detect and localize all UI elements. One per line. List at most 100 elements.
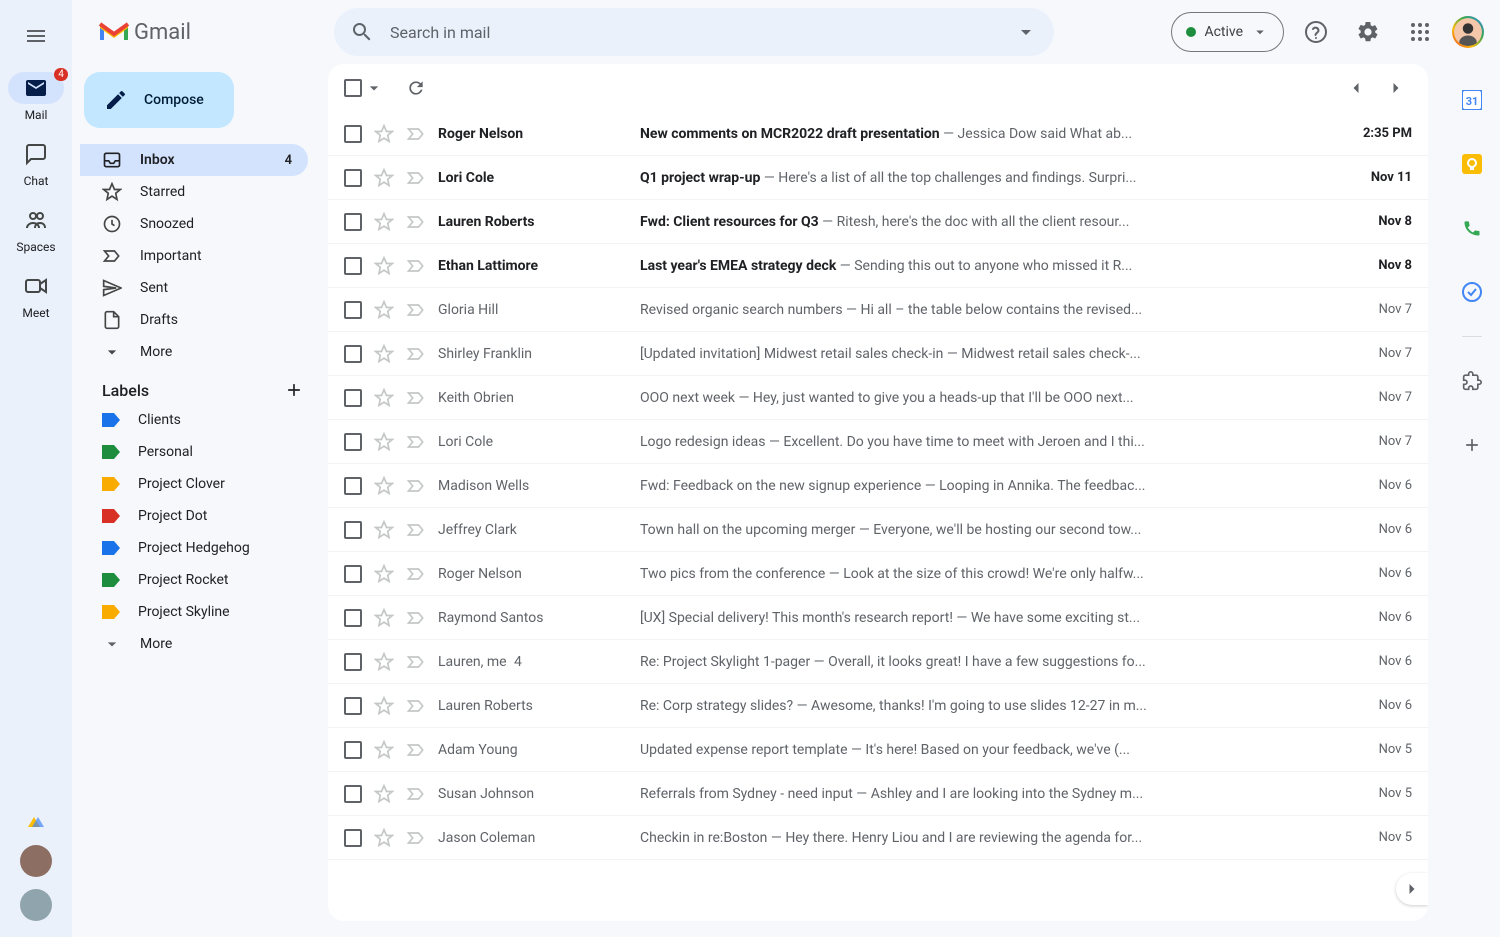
important-button[interactable]	[406, 608, 426, 628]
rail-item-mail[interactable]: 4Mail	[8, 72, 64, 122]
email-row[interactable]: Gloria Hill Revised organic search numbe…	[328, 288, 1428, 332]
email-list[interactable]: Roger Nelson New comments on MCR2022 dra…	[328, 112, 1428, 921]
email-checkbox[interactable]	[344, 345, 362, 363]
chevron-down-icon[interactable]	[364, 78, 384, 98]
add-label-icon[interactable]	[284, 380, 304, 400]
star-button[interactable]	[374, 828, 394, 848]
email-checkbox[interactable]	[344, 609, 362, 627]
email-checkbox[interactable]	[344, 697, 362, 715]
email-row[interactable]: Lori Cole Q1 project wrap-up — Here's a …	[328, 156, 1428, 200]
profile-avatar[interactable]	[1452, 16, 1484, 48]
tasks-app[interactable]	[1452, 272, 1492, 312]
email-checkbox[interactable]	[344, 433, 362, 451]
email-checkbox[interactable]	[344, 565, 362, 583]
label-item-clients[interactable]: Clients	[80, 404, 308, 436]
email-row[interactable]: Madison Wells Fwd: Feedback on the new s…	[328, 464, 1428, 508]
nav-item-inbox[interactable]: Inbox4	[80, 144, 308, 176]
email-row[interactable]: Lauren Roberts Re: Corp strategy slides?…	[328, 684, 1428, 728]
important-button[interactable]	[406, 696, 426, 716]
logo-area[interactable]: Gmail	[80, 20, 318, 45]
important-button[interactable]	[406, 388, 426, 408]
important-button[interactable]	[406, 212, 426, 232]
important-button[interactable]	[406, 520, 426, 540]
star-button[interactable]	[374, 168, 394, 188]
label-item-project-clover[interactable]: Project Clover	[80, 468, 308, 500]
star-button[interactable]	[374, 432, 394, 452]
nav-item-important[interactable]: Important	[80, 240, 308, 272]
star-button[interactable]	[374, 212, 394, 232]
email-checkbox[interactable]	[344, 125, 362, 143]
email-checkbox[interactable]	[344, 169, 362, 187]
star-button[interactable]	[374, 344, 394, 364]
star-button[interactable]	[374, 564, 394, 584]
label-item-personal[interactable]: Personal	[80, 436, 308, 468]
chat-avatar-1[interactable]	[20, 845, 52, 877]
rail-item-spaces[interactable]: Spaces	[8, 204, 64, 254]
email-checkbox[interactable]	[344, 213, 362, 231]
nav-item-sent[interactable]: Sent	[80, 272, 308, 304]
email-checkbox[interactable]	[344, 741, 362, 759]
keep-app[interactable]	[1452, 144, 1492, 184]
important-button[interactable]	[406, 784, 426, 804]
star-button[interactable]	[374, 476, 394, 496]
star-button[interactable]	[374, 608, 394, 628]
email-checkbox[interactable]	[344, 521, 362, 539]
important-button[interactable]	[406, 476, 426, 496]
older-button[interactable]	[1380, 72, 1412, 104]
newer-button[interactable]	[1340, 72, 1372, 104]
select-all-checkbox[interactable]	[344, 79, 362, 97]
email-row[interactable]: Lauren Roberts Fwd: Client resources for…	[328, 200, 1428, 244]
select-all[interactable]	[344, 78, 384, 98]
star-button[interactable]	[374, 652, 394, 672]
label-item-project-skyline[interactable]: Project Skyline	[80, 596, 308, 628]
settings-button[interactable]	[1348, 12, 1388, 52]
star-button[interactable]	[374, 388, 394, 408]
star-button[interactable]	[374, 740, 394, 760]
email-row[interactable]: Adam Young Updated expense report templa…	[328, 728, 1428, 772]
star-button[interactable]	[374, 696, 394, 716]
label-item-project-hedgehog[interactable]: Project Hedgehog	[80, 532, 308, 564]
support-button[interactable]	[1296, 12, 1336, 52]
email-checkbox[interactable]	[344, 785, 362, 803]
star-button[interactable]	[374, 124, 394, 144]
contacts-app[interactable]	[1452, 208, 1492, 248]
nav-item-starred[interactable]: Starred	[80, 176, 308, 208]
email-row[interactable]: Ethan Lattimore Last year's EMEA strateg…	[328, 244, 1428, 288]
search-icon[interactable]	[350, 20, 374, 44]
expand-panel-button[interactable]	[1396, 873, 1428, 905]
search-input[interactable]	[390, 23, 1038, 42]
important-button[interactable]	[406, 432, 426, 452]
labs-icon[interactable]	[24, 809, 48, 833]
status-pill[interactable]: Active	[1171, 12, 1284, 52]
star-button[interactable]	[374, 256, 394, 276]
email-checkbox[interactable]	[344, 653, 362, 671]
email-row[interactable]: Shirley Franklin [Updated invitation] Mi…	[328, 332, 1428, 376]
email-row[interactable]: Jason Coleman Checkin in re:Boston — Hey…	[328, 816, 1428, 860]
main-menu-button[interactable]	[12, 12, 60, 60]
compose-button[interactable]: Compose	[84, 72, 234, 128]
email-row[interactable]: Raymond Santos [UX] Special delivery! Th…	[328, 596, 1428, 640]
nav-item-snoozed[interactable]: Snoozed	[80, 208, 308, 240]
label-item-project-dot[interactable]: Project Dot	[80, 500, 308, 532]
email-row[interactable]: Lauren, me 4 Re: Project Skylight 1-page…	[328, 640, 1428, 684]
email-row[interactable]: Susan Johnson Referrals from Sydney - ne…	[328, 772, 1428, 816]
apps-button[interactable]	[1400, 12, 1440, 52]
email-checkbox[interactable]	[344, 389, 362, 407]
email-row[interactable]: Lori Cole Logo redesign ideas — Excellen…	[328, 420, 1428, 464]
star-button[interactable]	[374, 520, 394, 540]
rail-item-meet[interactable]: Meet	[8, 270, 64, 320]
search-bar[interactable]	[334, 8, 1054, 56]
chat-avatar-2[interactable]	[20, 889, 52, 921]
rail-item-chat[interactable]: Chat	[8, 138, 64, 188]
important-button[interactable]	[406, 740, 426, 760]
email-row[interactable]: Roger Nelson New comments on MCR2022 dra…	[328, 112, 1428, 156]
important-button[interactable]	[406, 828, 426, 848]
important-button[interactable]	[406, 652, 426, 672]
email-checkbox[interactable]	[344, 301, 362, 319]
email-checkbox[interactable]	[344, 257, 362, 275]
label-item-project-rocket[interactable]: Project Rocket	[80, 564, 308, 596]
email-row[interactable]: Jeffrey Clark Town hall on the upcoming …	[328, 508, 1428, 552]
important-button[interactable]	[406, 344, 426, 364]
important-button[interactable]	[406, 564, 426, 584]
refresh-button[interactable]	[400, 72, 432, 104]
